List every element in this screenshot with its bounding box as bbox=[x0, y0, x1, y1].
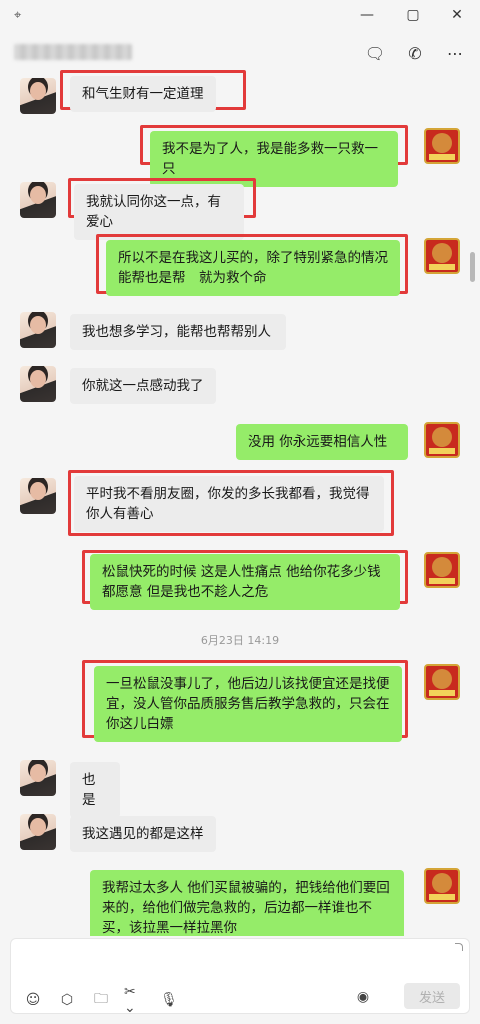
contact-avatar[interactable] bbox=[20, 760, 56, 796]
contact-avatar[interactable] bbox=[20, 366, 56, 402]
contact-avatar[interactable] bbox=[20, 312, 56, 348]
maximize-icon[interactable]: ▢ bbox=[404, 6, 422, 24]
message-bubble-outgoing[interactable]: 一旦松鼠没事儿了，他后边儿该找便宜还是找便宜，没人管你品质服务售后教学急救的，只… bbox=[94, 666, 402, 742]
chat-window: ⌖ — ▢ ✕ 🗨 ✆ ⋯ 和气生财有一定道理 我不是为了人，我是能多救一只救一… bbox=[0, 0, 480, 1024]
send-button[interactable]: 发送 bbox=[404, 983, 460, 1009]
self-avatar[interactable] bbox=[424, 868, 460, 904]
contact-name-blurred bbox=[14, 44, 132, 60]
message-bubble-incoming[interactable]: 也是 bbox=[70, 762, 120, 818]
resize-handle-icon[interactable] bbox=[455, 943, 463, 951]
contact-avatar[interactable] bbox=[20, 182, 56, 218]
message-bubble-incoming[interactable]: 我就认同你这一点，有爱心 bbox=[74, 184, 244, 240]
message-bubble-incoming[interactable]: 我这遇见的都是这样 bbox=[70, 816, 216, 852]
scrollbar-thumb[interactable] bbox=[470, 252, 475, 282]
emoji-icon[interactable]: ☺ bbox=[22, 989, 44, 1011]
self-avatar[interactable] bbox=[424, 422, 460, 458]
microphone-icon[interactable]: 🎙 bbox=[158, 989, 180, 1011]
chat-bubble-icon[interactable]: 🗨 bbox=[364, 42, 386, 64]
message-bubble-outgoing[interactable]: 我帮过太多人 他们买鼠被骗的，把钱给他们要回来的，给他们做完急救的，后边都一样谁… bbox=[90, 870, 404, 936]
message-bubble-incoming[interactable]: 你就这一点感动我了 bbox=[70, 368, 216, 404]
pin-icon[interactable]: ⌖ bbox=[14, 8, 21, 23]
contact-avatar[interactable] bbox=[20, 478, 56, 514]
message-bubble-outgoing[interactable]: 所以不是在我这儿买的，除了特别紧急的情况能帮也是帮 就为救个命 bbox=[106, 240, 400, 296]
folder-icon[interactable]: 🗀 bbox=[90, 989, 112, 1011]
input-toolbar: ☺ ⬡ 🗀 ✂⌄ 🎙 bbox=[10, 984, 470, 1016]
title-bar: ⌖ — ▢ ✕ bbox=[0, 0, 480, 32]
message-bubble-incoming[interactable]: 我也想多学习，能帮也帮帮别人 bbox=[70, 314, 286, 350]
scissors-icon[interactable]: ✂⌄ bbox=[124, 984, 146, 1016]
more-icon[interactable]: ⋯ bbox=[444, 42, 466, 64]
timestamp: 6月23日 14:19 bbox=[200, 634, 280, 647]
message-bubble-outgoing[interactable]: 没用 你永远要相信人性 bbox=[236, 424, 408, 460]
self-avatar[interactable] bbox=[424, 128, 460, 164]
self-avatar[interactable] bbox=[424, 664, 460, 700]
self-avatar[interactable] bbox=[424, 238, 460, 274]
message-list[interactable]: 和气生财有一定道理 我不是为了人，我是能多救一只救一只 我就认同你这一点，有爱心… bbox=[0, 70, 480, 936]
self-avatar[interactable] bbox=[424, 552, 460, 588]
voice-call-icon[interactable]: ◉ bbox=[352, 986, 374, 1008]
contact-avatar[interactable] bbox=[20, 814, 56, 850]
minimize-icon[interactable]: — bbox=[358, 6, 376, 24]
message-bubble-incoming[interactable]: 和气生财有一定道理 bbox=[70, 76, 216, 112]
contact-avatar[interactable] bbox=[20, 78, 56, 114]
favorites-box-icon[interactable]: ⬡ bbox=[56, 989, 78, 1011]
phone-icon[interactable]: ✆ bbox=[404, 42, 426, 64]
message-bubble-incoming[interactable]: 平时我不看朋友圈，你发的多长我都看，我觉得你人有善心 bbox=[74, 476, 384, 532]
close-icon[interactable]: ✕ bbox=[448, 6, 466, 24]
message-bubble-outgoing[interactable]: 松鼠快死的时候 这是人性痛点 他给你花多少钱都愿意 但是我也不趁人之危 bbox=[90, 554, 400, 610]
